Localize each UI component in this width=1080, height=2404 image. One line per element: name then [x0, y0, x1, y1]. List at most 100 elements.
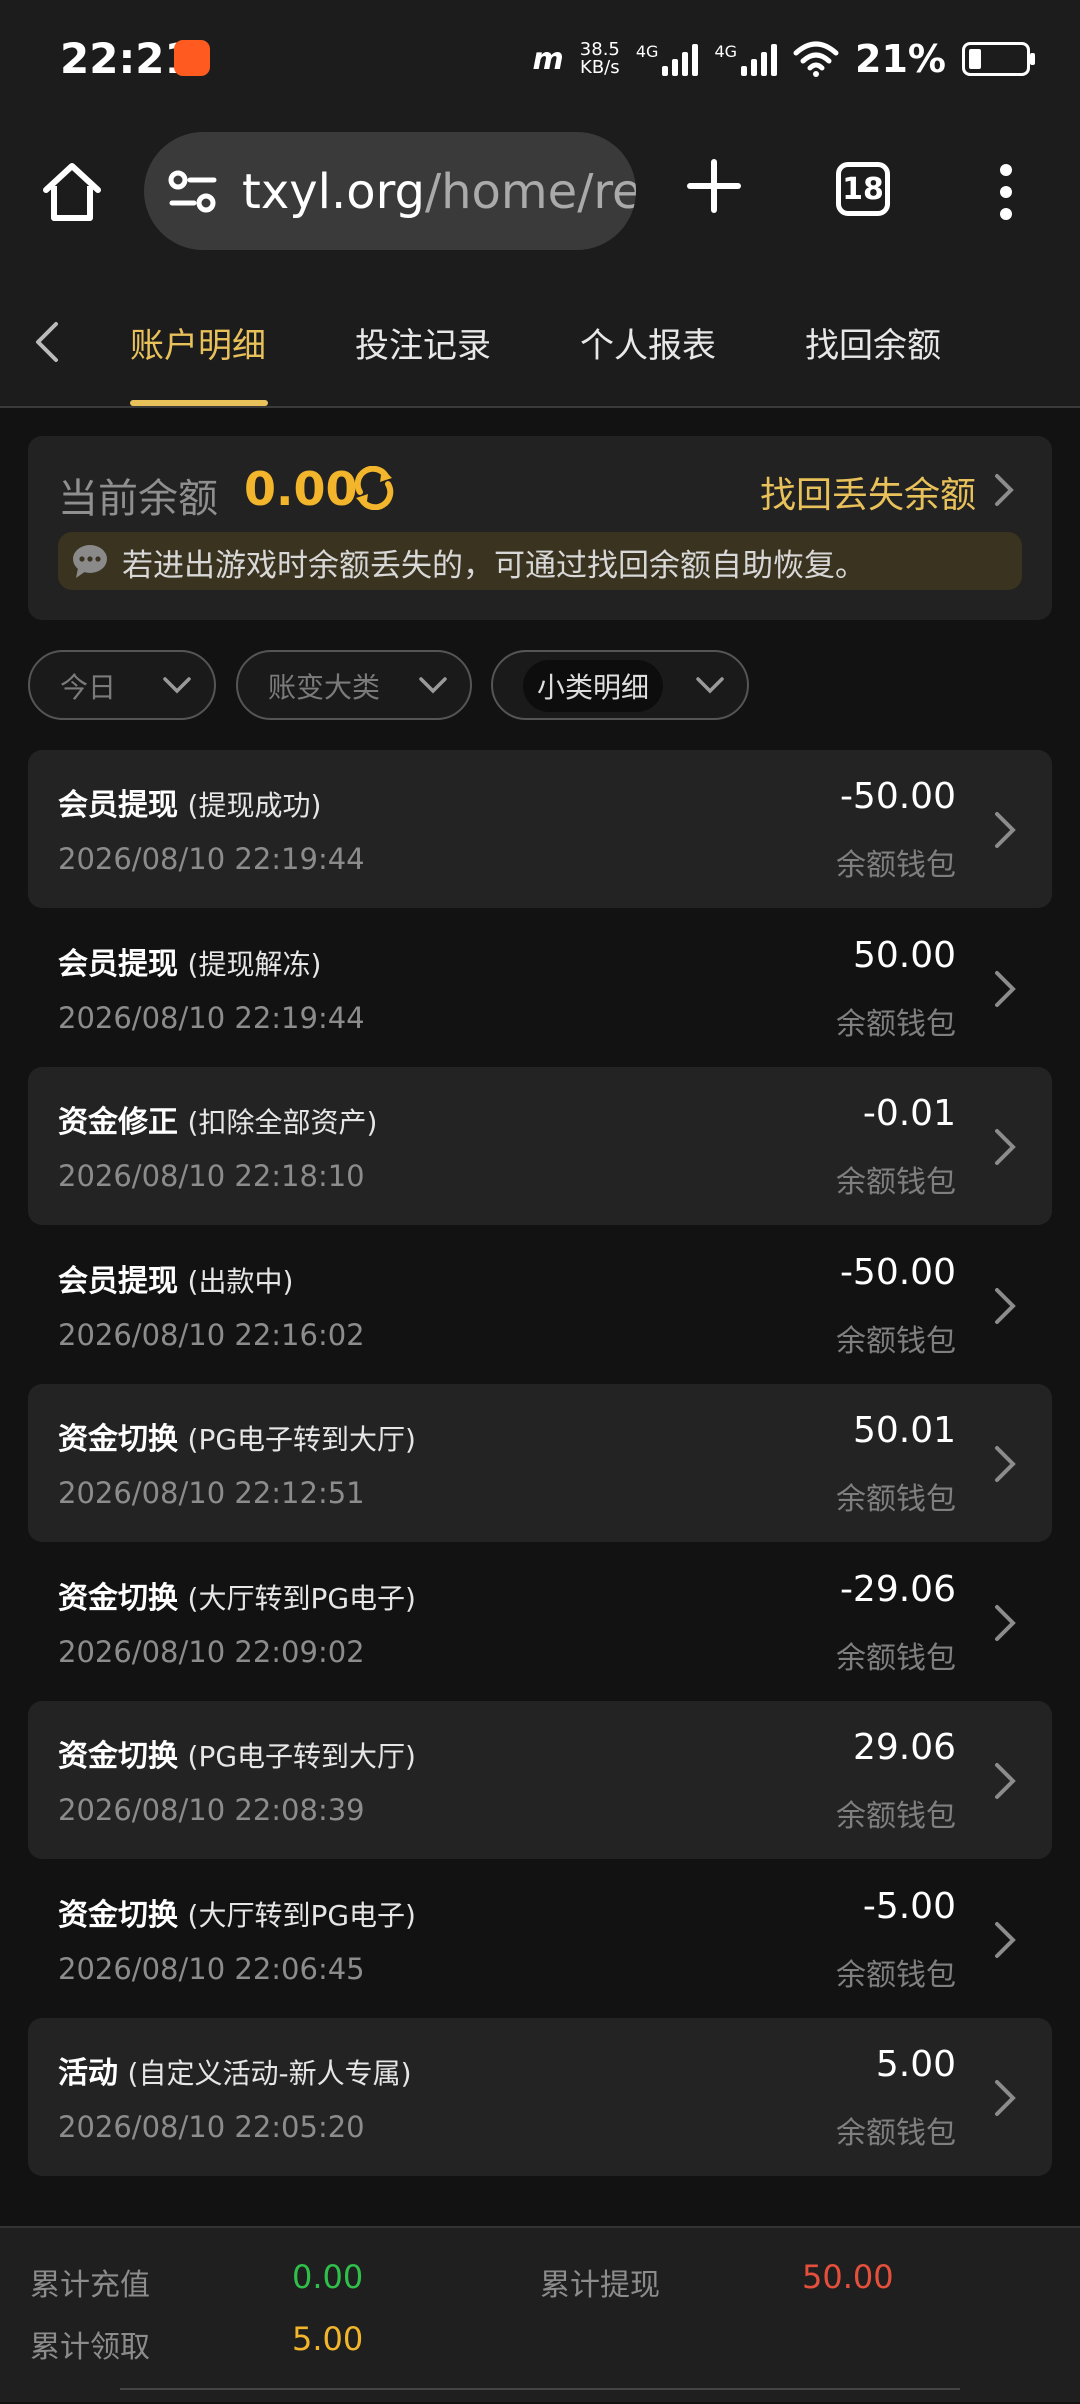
transaction-detail: (自定义活动-新人专属) — [127, 2057, 412, 2090]
transaction-type: 活动 — [58, 2056, 118, 2091]
transaction-wallet: 余额钱包 — [836, 1006, 956, 1042]
transaction-amount: 5.00 — [875, 2044, 956, 2085]
footer-divider — [120, 2388, 960, 2404]
transaction-time: 2026/08/10 22:05:20 — [58, 2110, 365, 2144]
transaction-amount: 50.00 — [852, 934, 956, 976]
transaction-time: 2026/08/10 22:18:10 — [58, 1159, 365, 1193]
chevron-down-icon — [419, 677, 447, 694]
transaction-title: 会员提现 (出款中) — [58, 1256, 293, 1300]
chevron-right-icon[interactable] — [992, 2078, 1018, 2118]
chevron-right-icon[interactable] — [992, 1603, 1018, 1643]
total-withdraw-value: 50.00 — [802, 2258, 894, 2296]
app-notification-icon — [174, 40, 210, 76]
transaction-time: 2026/08/10 22:09:02 — [58, 1634, 365, 1669]
refresh-icon[interactable] — [352, 466, 396, 510]
transaction-detail: (PG电子转到大厅) — [187, 1740, 416, 1773]
balance-value: 0.00 — [244, 462, 358, 516]
sim1-signal: 4G — [636, 42, 699, 76]
transaction-detail: (出款中) — [187, 1264, 294, 1298]
site-settings-icon[interactable] — [168, 170, 218, 214]
chevron-right-icon[interactable] — [992, 1127, 1018, 1167]
transaction-wallet: 余额钱包 — [836, 1323, 956, 1359]
transaction-amount: -29.06 — [839, 1568, 956, 1610]
transaction-row[interactable]: 活动 (自定义活动-新人专属) 2026/08/10 22:05:20 5.00 余额… — [28, 2018, 1052, 2176]
transaction-detail: (PG电子转到大厅) — [187, 1423, 416, 1456]
url-text[interactable]: txyl.org/home/rep — [242, 164, 636, 220]
chevron-right-icon[interactable] — [992, 1444, 1018, 1484]
transaction-type: 资金切换 — [58, 1422, 178, 1457]
new-tab-icon[interactable] — [684, 156, 744, 216]
transaction-title: 活动 (自定义活动-新人专属) — [58, 2048, 412, 2092]
filter-date[interactable]: 今日 — [28, 650, 216, 720]
transaction-title: 资金切换 (PG电子转到大厅) — [58, 1731, 416, 1775]
transaction-title: 资金切换 (PG电子转到大厅) — [58, 1414, 416, 1458]
chevron-right-icon[interactable] — [992, 1761, 1018, 1801]
tab-bet-records[interactable]: 投注记录 — [355, 318, 491, 367]
transaction-wallet: 余额钱包 — [836, 1640, 956, 1676]
filter-subcategory[interactable]: 小类明细 — [491, 650, 749, 720]
transaction-row[interactable]: 资金切换 (大厅转到PG电子) 2026/08/10 22:09:02 -29.06… — [28, 1543, 1052, 1701]
filter-category[interactable]: 账变大类 — [236, 650, 472, 720]
transaction-row[interactable]: 会员提现 (提现成功) 2026/08/10 22:19:44 -50.00 余额钱包 — [28, 750, 1052, 908]
transaction-time: 2026/08/10 22:08:39 — [58, 1793, 365, 1827]
total-withdraw-label: 累计提现 — [540, 2268, 660, 2303]
transaction-detail: (提现成功) — [187, 789, 322, 822]
transaction-amount: -50.00 — [839, 1251, 956, 1293]
transaction-amount: 50.01 — [852, 1410, 956, 1451]
transaction-detail: (大厅转到PG电子) — [187, 1898, 416, 1932]
more-vert-icon[interactable] — [996, 162, 1016, 222]
total-claim-value: 5.00 — [292, 2320, 364, 2358]
status-bar: 22:21 m 38.5 KB/s 4G 4G 21% — [0, 0, 1080, 120]
summary-footer: 累计充值 0.00 累计提现 50.00 累计领取 5.00 — [0, 2226, 1080, 2402]
transaction-time: 2026/08/10 22:12:51 — [58, 1476, 365, 1510]
transaction-row[interactable]: 资金切换 (PG电子转到大厅) 2026/08/10 22:12:51 50.01 余… — [28, 1384, 1052, 1542]
url-path: /home/rep — [424, 164, 636, 220]
transaction-time: 2026/08/10 22:06:45 — [58, 1951, 365, 1986]
tab-account-detail[interactable]: 账户明细 — [130, 318, 266, 367]
transaction-type: 资金切换 — [58, 1739, 178, 1774]
signal-bars-icon — [741, 42, 778, 76]
total-recharge-value: 0.00 — [292, 2258, 364, 2296]
filter-date-label: 今日 — [60, 671, 117, 704]
home-icon[interactable] — [40, 160, 104, 224]
sim2-signal: 4G — [714, 42, 778, 76]
transaction-type: 资金切换 — [58, 1897, 178, 1933]
battery-percent: 21% — [855, 37, 946, 81]
balance-card: 当前余额 0.00 找回丢失余额 若进出游戏时余额丢失的，可通过找回余额自助恢复… — [28, 436, 1052, 620]
transaction-amount: -0.01 — [862, 1093, 956, 1134]
transaction-row[interactable]: 资金切换 (大厅转到PG电子) 2026/08/10 22:06:45 -5.00 余… — [28, 1860, 1052, 2018]
transaction-wallet: 余额钱包 — [836, 848, 956, 883]
transaction-detail: (大厅转到PG电子) — [187, 1581, 416, 1615]
net-speed-unit: KB/s — [580, 57, 620, 78]
chevron-right-icon[interactable] — [992, 810, 1018, 850]
tab-personal-report[interactable]: 个人报表 — [580, 318, 716, 367]
transaction-title: 资金修正 (扣除全部资产) — [58, 1097, 377, 1141]
transaction-amount: -5.00 — [862, 1885, 956, 1927]
battery-icon — [962, 42, 1035, 76]
chevron-down-icon — [163, 677, 191, 694]
balance-notice: 若进出游戏时余额丢失的，可通过找回余额自助恢复。 — [58, 532, 1022, 590]
notice-text: 若进出游戏时余额丢失的，可通过找回余额自助恢复。 — [122, 548, 866, 584]
transaction-wallet: 余额钱包 — [836, 2116, 956, 2151]
transaction-row[interactable]: 会员提现 (提现解冻) 2026/08/10 22:19:44 50.00 余额钱包 — [28, 909, 1052, 1067]
transaction-row[interactable]: 会员提现 (出款中) 2026/08/10 22:16:02 -50.00 余额钱包 — [28, 1226, 1052, 1384]
transaction-title: 资金切换 (大厅转到PG电子) — [58, 1890, 416, 1934]
chevron-right-icon[interactable] — [992, 969, 1018, 1009]
chevron-right-icon[interactable] — [992, 1920, 1018, 1960]
tab-switcher-button[interactable]: 18 — [836, 162, 890, 216]
transaction-amount: -50.00 — [839, 776, 956, 817]
recover-lost-balance-link[interactable]: 找回丢失余额 — [760, 466, 976, 518]
transaction-detail: (提现解冻) — [187, 947, 322, 981]
tab-recover-balance[interactable]: 找回余额 — [805, 318, 941, 367]
address-bar[interactable]: txyl.org/home/rep — [144, 132, 636, 250]
back-arrow-icon[interactable] — [30, 318, 64, 366]
chevron-right-icon[interactable] — [992, 1286, 1018, 1326]
transaction-row[interactable]: 资金修正 (扣除全部资产) 2026/08/10 22:18:10 -0.01 余额钱… — [28, 1067, 1052, 1225]
transaction-row[interactable]: 资金切换 (PG电子转到大厅) 2026/08/10 22:08:39 29.06 余… — [28, 1701, 1052, 1859]
status-icons: m 38.5 KB/s 4G 4G 21% — [532, 34, 1035, 84]
transaction-time: 2026/08/10 22:16:02 — [58, 1317, 365, 1352]
network-brand-icon: m — [532, 41, 564, 77]
chevron-right-icon[interactable] — [992, 472, 1016, 508]
chevron-down-icon — [696, 677, 724, 694]
transaction-type: 会员提现 — [58, 1263, 178, 1299]
